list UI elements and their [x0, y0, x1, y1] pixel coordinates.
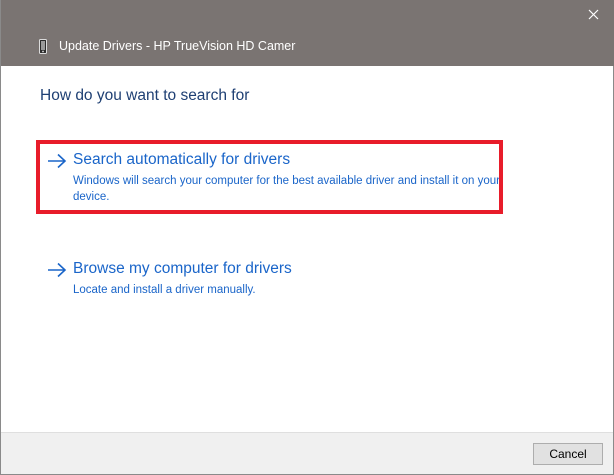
title-bar[interactable]: Update Drivers - HP TrueVision HD Camer [1, 0, 614, 66]
camera-device-icon [39, 38, 47, 54]
close-button[interactable] [583, 4, 603, 24]
close-icon[interactable] [588, 9, 599, 20]
option-description: Locate and install a driver manually. [73, 284, 256, 296]
dialog-footer: Cancel [1, 432, 613, 474]
cancel-button[interactable]: Cancel [533, 443, 603, 465]
arrow-right-icon [48, 262, 67, 278]
title-row: Update Drivers - HP TrueVision HD Camer [39, 38, 295, 54]
option-title[interactable]: Browse my computer for drivers [73, 260, 292, 278]
arrow-right-icon [48, 153, 67, 169]
option-title[interactable]: Search automatically for drivers [73, 151, 290, 169]
page-heading: How do you want to search for [40, 87, 250, 104]
option-description: Windows will search your computer for th… [73, 175, 500, 203]
update-drivers-dialog: Update Drivers - HP TrueVision HD Camer … [0, 0, 614, 475]
search-automatically-option[interactable]: Search automatically for drivers Windows… [47, 151, 500, 206]
window-title: Update Drivers - HP TrueVision HD Camer [59, 39, 296, 53]
browse-computer-option[interactable]: Browse my computer for drivers Locate an… [47, 260, 497, 300]
